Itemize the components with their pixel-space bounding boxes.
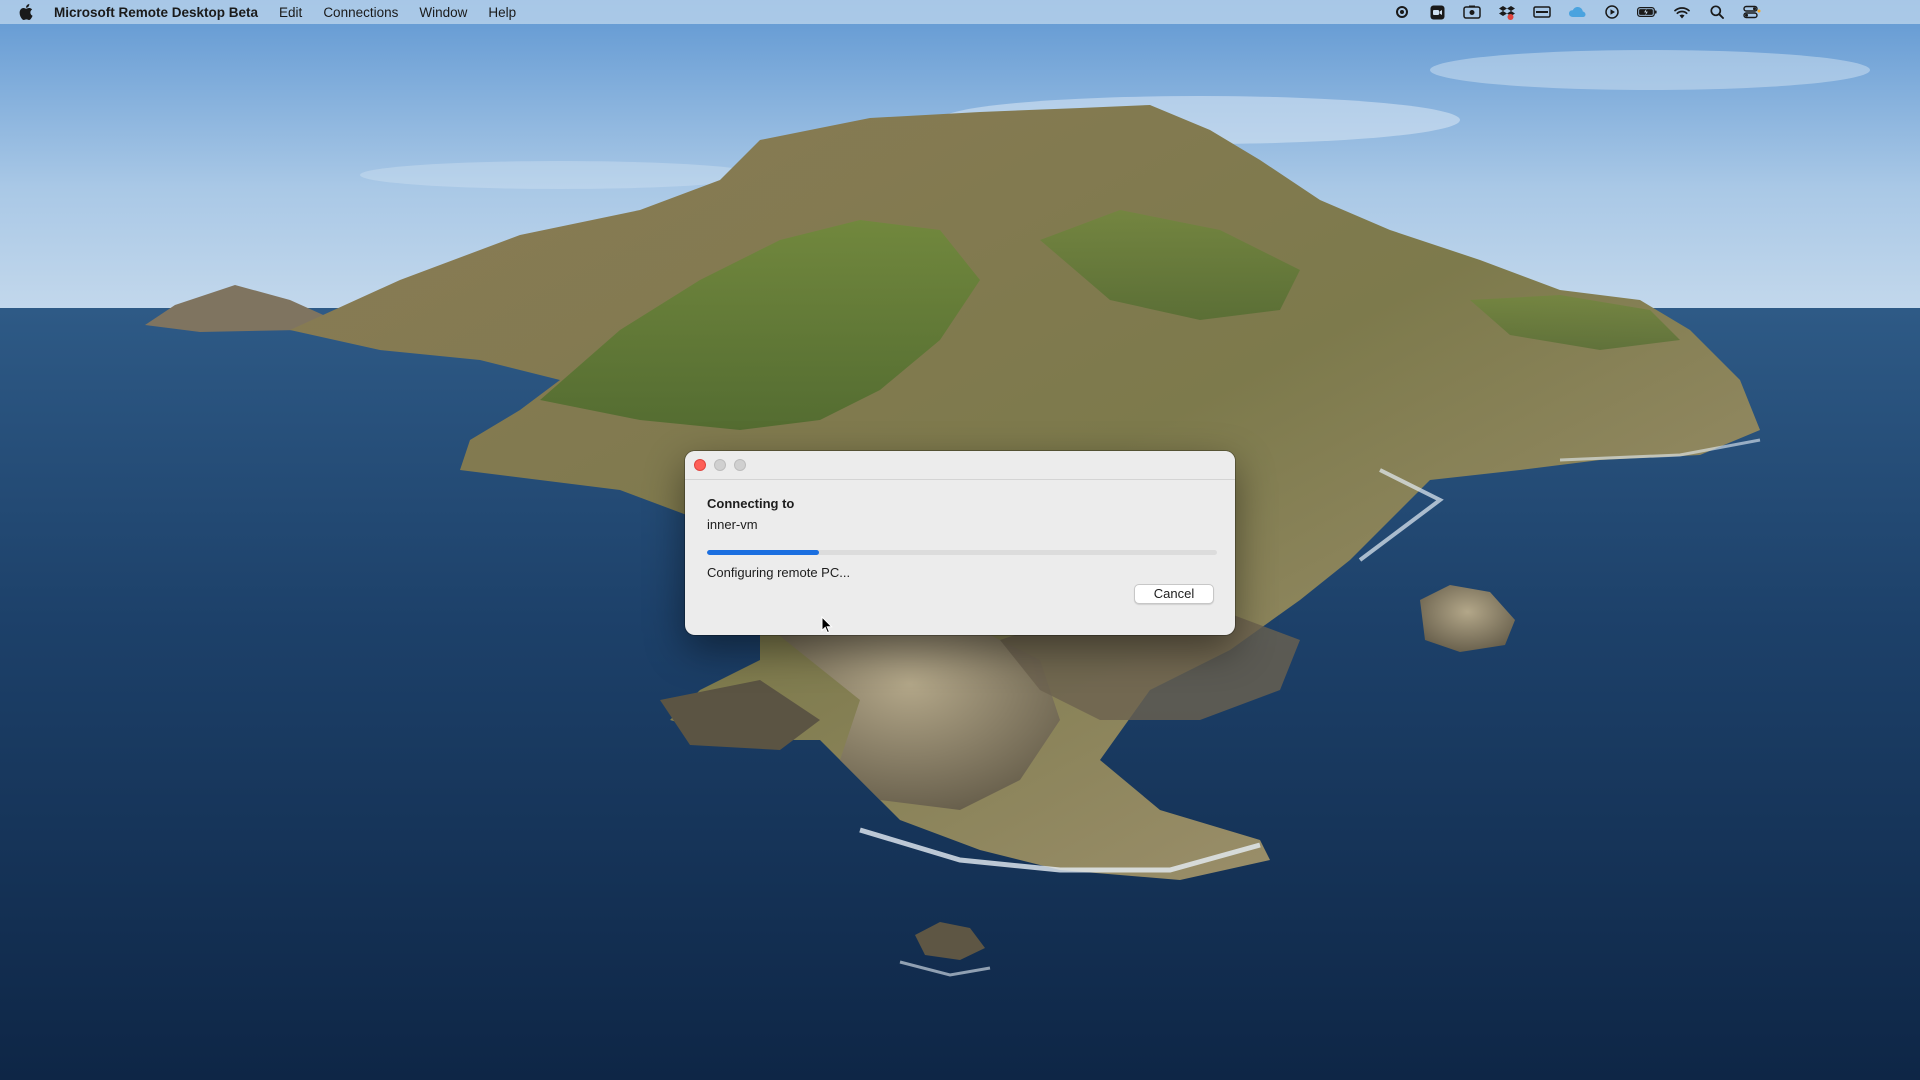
- connecting-dialog: Connecting to inner-vm Configuring remot…: [685, 451, 1235, 635]
- menu-app-name[interactable]: Microsoft Remote Desktop Beta: [54, 5, 258, 20]
- mouse-cursor-icon: [821, 616, 833, 634]
- settings-gear-icon[interactable]: [1392, 4, 1412, 20]
- menu-window[interactable]: Window: [419, 5, 467, 20]
- dropbox-icon[interactable]: [1497, 4, 1517, 20]
- zoom-icon[interactable]: [1427, 4, 1447, 20]
- battery-icon[interactable]: [1637, 4, 1657, 20]
- search-icon[interactable]: [1707, 4, 1727, 20]
- connection-status-text: Configuring remote PC...: [707, 565, 851, 580]
- control-center-icon[interactable]: [1742, 4, 1762, 20]
- display-icon[interactable]: [1532, 4, 1552, 20]
- wifi-icon[interactable]: [1672, 4, 1692, 20]
- menu-bar: Microsoft Remote Desktop Beta Edit Conne…: [0, 0, 1920, 24]
- remote-host-name: inner-vm: [707, 517, 758, 532]
- play-icon[interactable]: [1602, 4, 1622, 20]
- dialog-titlebar[interactable]: [685, 451, 1235, 480]
- desktop: Microsoft Remote Desktop Beta Edit Conne…: [0, 0, 1920, 1080]
- screen-capture-icon[interactable]: [1462, 4, 1482, 20]
- creative-cloud-icon[interactable]: [1567, 4, 1587, 20]
- menu-help[interactable]: Help: [488, 5, 516, 20]
- progress-bar-fill: [707, 550, 820, 555]
- apple-menu-icon[interactable]: [18, 3, 34, 21]
- dialog-heading: Connecting to: [707, 496, 795, 511]
- menu-bar-status-icons: [1392, 0, 1762, 24]
- zoom-window-button: [734, 459, 746, 471]
- cancel-button[interactable]: Cancel: [1134, 584, 1214, 604]
- close-window-button[interactable]: [694, 459, 706, 471]
- menu-connections[interactable]: Connections: [323, 5, 398, 20]
- menu-edit[interactable]: Edit: [279, 5, 302, 20]
- minimize-window-button: [714, 459, 726, 471]
- connection-progress-bar: [707, 550, 1217, 555]
